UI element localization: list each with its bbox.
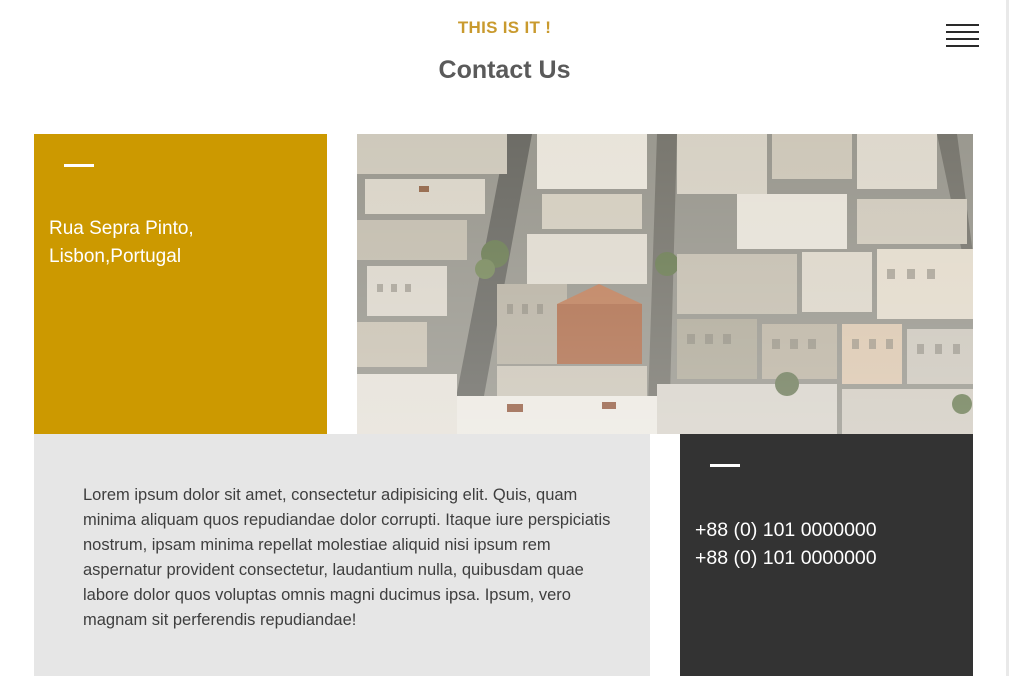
address-line-2: Lisbon,Portugal <box>49 246 182 267</box>
hamburger-menu-icon[interactable] <box>946 22 980 50</box>
address-line-1: Rua Sepra Pinto, <box>49 218 194 239</box>
phone-number-2[interactable]: +88 (0) 101 0000000 <box>695 544 955 572</box>
phone-card: +88 (0) 101 0000000 +88 (0) 101 0000000 <box>680 434 973 676</box>
card-dash-divider <box>710 464 740 467</box>
menu-bar-bottom <box>946 45 979 47</box>
address-card: Rua Sepra Pinto, Lisbon,Portugal <box>34 134 327 434</box>
phone-number-1[interactable]: +88 (0) 101 0000000 <box>695 516 955 544</box>
card-dash-divider <box>64 164 94 167</box>
tagline: THIS IS IT ! <box>457 18 552 37</box>
description-text: Lorem ipsum dolor sit amet, consectetur … <box>83 486 611 629</box>
menu-bar-lower <box>946 38 979 40</box>
page-title: Contact Us <box>438 56 571 84</box>
menu-bar-middle <box>946 31 979 33</box>
menu-bar-top <box>946 24 979 26</box>
address-text: Rua Sepra Pinto, Lisbon,Portugal <box>49 215 309 271</box>
city-aerial-image <box>357 134 973 434</box>
description-panel: Lorem ipsum dolor sit amet, consectetur … <box>34 434 650 676</box>
city-aerial-photo <box>357 134 973 434</box>
phone-numbers: +88 (0) 101 0000000 +88 (0) 101 0000000 <box>695 516 955 572</box>
